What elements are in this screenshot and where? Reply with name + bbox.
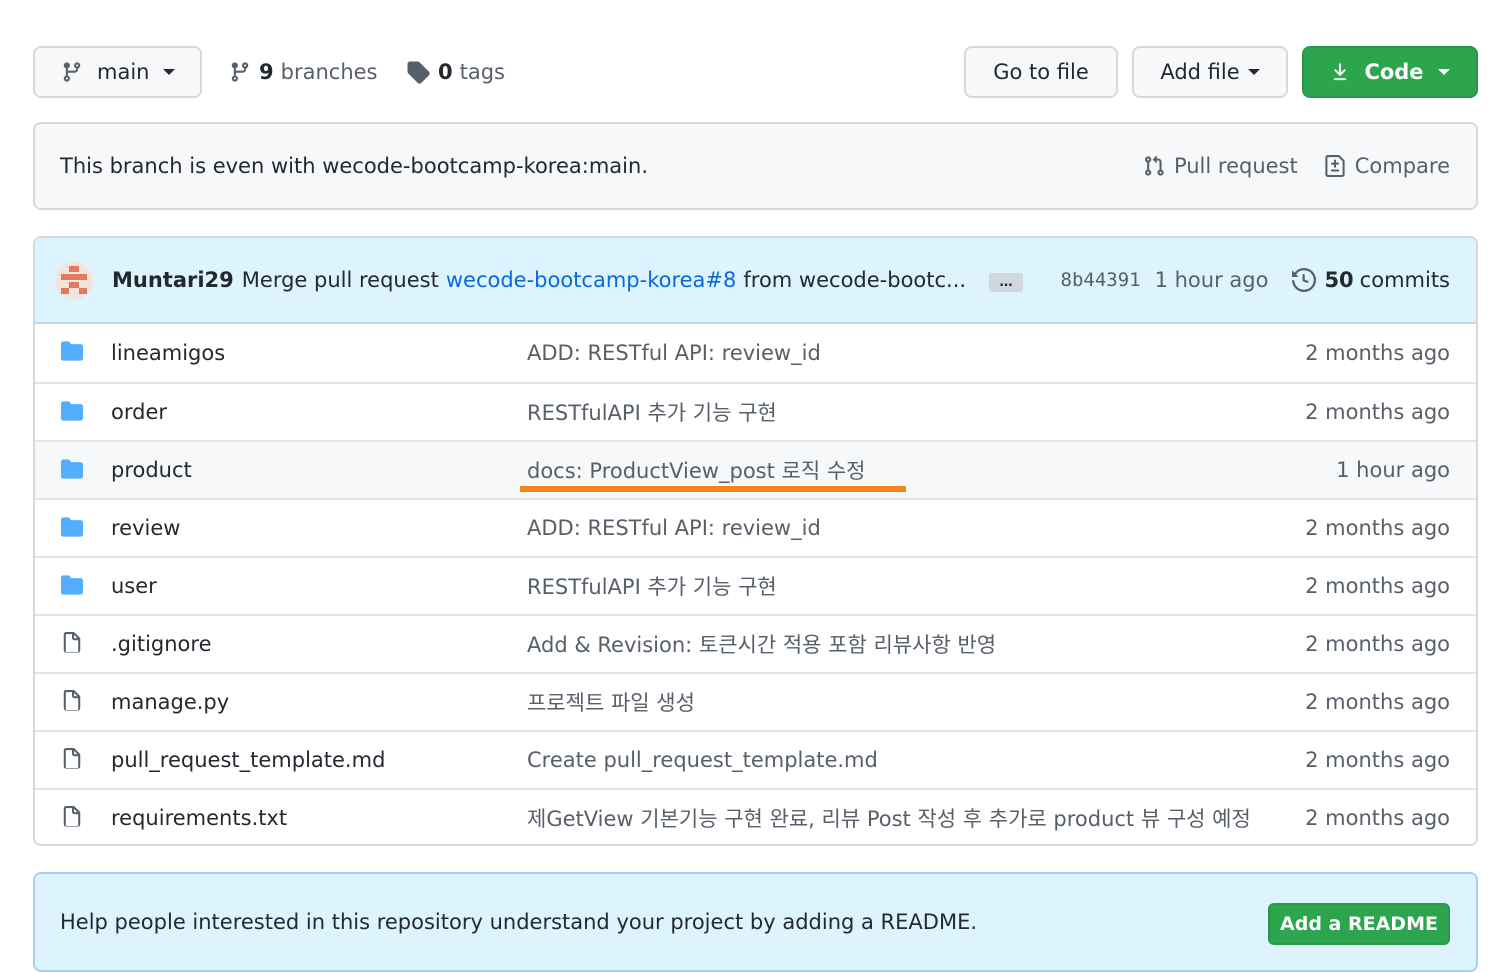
commit-message-link[interactable]: ADD: RESTful API: review_id [527, 341, 821, 365]
file-icon [61, 631, 83, 660]
repo-toolbar: main 9 branches 0 tags Go to file Add fi… [33, 46, 1478, 98]
add-file-button[interactable]: Add file [1132, 46, 1288, 98]
branch-selector-button[interactable]: main [33, 46, 202, 98]
file-name-link[interactable]: pull_request_template.md [111, 748, 385, 772]
branches-label: branches [280, 60, 378, 84]
commit-age: 2 months ago [1305, 400, 1450, 424]
commit-sha[interactable]: 8b44391 [1061, 269, 1141, 291]
file-name-link[interactable]: product [111, 458, 192, 482]
file-row[interactable]: lineamigos ADD: RESTful API: review_id 2 m… [35, 324, 1476, 382]
file-list: lineamigos ADD: RESTful API: review_id 2 m… [35, 324, 1476, 844]
commit-message: Muntari29 Merge pull request wecode-boot… [112, 238, 966, 322]
commit-age: 2 months ago [1305, 690, 1450, 714]
commits-count: 50 [1324, 268, 1354, 292]
commit-age: 2 months ago [1305, 574, 1450, 598]
commit-message-link[interactable]: RESTfulAPI 추가 기능 구현 [527, 571, 777, 601]
avatar[interactable] [55, 262, 93, 300]
tags-link[interactable]: 0 tags [406, 46, 505, 98]
commit-author[interactable]: Muntari29 [112, 268, 234, 292]
file-diff-icon [1325, 155, 1345, 177]
file-name-link[interactable]: .gitignore [111, 632, 212, 656]
branch-name: main [97, 60, 150, 84]
commit-age: 2 months ago [1305, 806, 1450, 830]
commit-age: 2 months ago [1305, 516, 1450, 540]
file-name-link[interactable]: manage.py [111, 690, 229, 714]
tags-label: tags [459, 60, 505, 84]
commit-message-prefix[interactable]: Merge pull request [242, 268, 439, 292]
file-row[interactable]: .gitignore Add & Revision: 토큰시간 적용 포함 리뷰사… [35, 614, 1476, 672]
file-icon [61, 689, 83, 718]
add-file-label: Add file [1160, 60, 1240, 84]
commit-message-link[interactable]: Create pull_request_template.md [527, 748, 878, 772]
tag-icon [407, 61, 430, 84]
commits-label: commits [1359, 268, 1450, 292]
history-icon [1292, 268, 1317, 292]
expand-commit-message-button[interactable]: … [989, 273, 1023, 292]
pull-request-label: Pull request [1173, 154, 1298, 178]
file-icon [61, 747, 83, 776]
folder-icon [59, 400, 85, 427]
branch-status-box: This branch is even with wecode-bootcamp… [33, 122, 1478, 210]
tags-count: 0 [438, 60, 453, 84]
file-row[interactable]: product docs: ProductView_post 로직 수정 1 hou… [35, 440, 1476, 498]
commit-message-link[interactable]: 프로젝트 파일 생성 [527, 687, 695, 717]
code-label: Code [1364, 60, 1424, 84]
branch-status-text: This branch is even with wecode-bootcamp… [60, 154, 648, 178]
code-button[interactable]: Code [1302, 46, 1478, 98]
file-row[interactable]: pull_request_template.md Create pull_requ… [35, 730, 1476, 788]
commit-age: 2 months ago [1305, 341, 1450, 365]
file-name-link[interactable]: lineamigos [111, 341, 225, 365]
folder-icon [59, 516, 85, 543]
folder-icon [59, 574, 85, 601]
go-to-file-label: Go to file [993, 60, 1089, 84]
folder-icon [59, 340, 85, 367]
pull-request-link[interactable]: Pull request [1143, 154, 1298, 178]
commit-age: 2 months ago [1305, 632, 1450, 656]
git-branch-icon [63, 62, 81, 82]
chevron-down-icon [1437, 69, 1450, 75]
file-row[interactable]: manage.py 프로젝트 파일 생성 2 months ago [35, 672, 1476, 730]
download-icon [1334, 63, 1347, 81]
file-name-link[interactable]: requirements.txt [111, 806, 287, 830]
file-row[interactable]: requirements.txt 제GetView 기본기능 구현 완료, 리뷰 … [35, 788, 1476, 844]
commit-message-link[interactable]: ADD: RESTful API: review_id [527, 516, 821, 540]
pr-link[interactable]: wecode-bootcamp-korea#8 [446, 268, 737, 292]
branch-status-actions: Pull request Compare [1117, 124, 1450, 208]
commits-history-link[interactable]: 50 commits [1292, 268, 1450, 292]
go-to-file-button[interactable]: Go to file [964, 46, 1118, 98]
folder-icon [59, 458, 85, 485]
file-row[interactable]: user RESTfulAPI 추가 기능 구현 2 months ago [35, 556, 1476, 614]
commit-message-suffix[interactable]: from wecode-bootc... [743, 268, 966, 292]
file-row[interactable]: review ADD: RESTful API: review_id 2 month… [35, 498, 1476, 556]
commit-message-link[interactable]: 제GetView 기본기능 구현 완료, 리뷰 Post 작성 후 추가로 pr… [527, 803, 1251, 833]
latest-commit-bar: Muntari29 Merge pull request wecode-boot… [35, 238, 1476, 324]
file-name-link[interactable]: review [111, 516, 180, 540]
commit-age: 1 hour ago [1336, 458, 1450, 482]
pull-request-icon [1145, 155, 1164, 176]
commit-age[interactable]: 1 hour ago [1155, 268, 1269, 292]
file-icon [61, 805, 83, 834]
file-row[interactable]: order RESTfulAPI 추가 기능 구현 2 months ago [35, 382, 1476, 440]
highlight-underline [520, 486, 906, 492]
identicon-icon [61, 266, 87, 294]
file-name-link[interactable]: user [111, 574, 157, 598]
commit-age: 2 months ago [1305, 748, 1450, 772]
compare-link[interactable]: Compare [1324, 154, 1450, 178]
commit-message-link[interactable]: docs: ProductView_post 로직 수정 [527, 455, 865, 485]
commit-meta: 8b44391 1 hour ago 50 commits [1061, 238, 1451, 322]
add-readme-button[interactable]: Add a README [1268, 903, 1450, 945]
chevron-down-icon [163, 69, 176, 75]
chevron-down-icon [1247, 69, 1260, 75]
file-name-link[interactable]: order [111, 400, 167, 424]
readme-prompt-text: Help people interested in this repositor… [60, 910, 978, 934]
commit-message-link[interactable]: Add & Revision: 토큰시간 적용 포함 리뷰사항 반영 [527, 629, 996, 659]
compare-label: Compare [1354, 154, 1450, 178]
branches-count: 9 [259, 60, 274, 84]
git-branch-icon [231, 62, 249, 82]
branches-link[interactable]: 9 branches [229, 46, 377, 98]
readme-prompt-box: Help people interested in this repositor… [33, 872, 1478, 972]
commit-message-link[interactable]: RESTfulAPI 추가 기능 구현 [527, 397, 777, 427]
file-browser: Muntari29 Merge pull request wecode-boot… [33, 236, 1478, 846]
